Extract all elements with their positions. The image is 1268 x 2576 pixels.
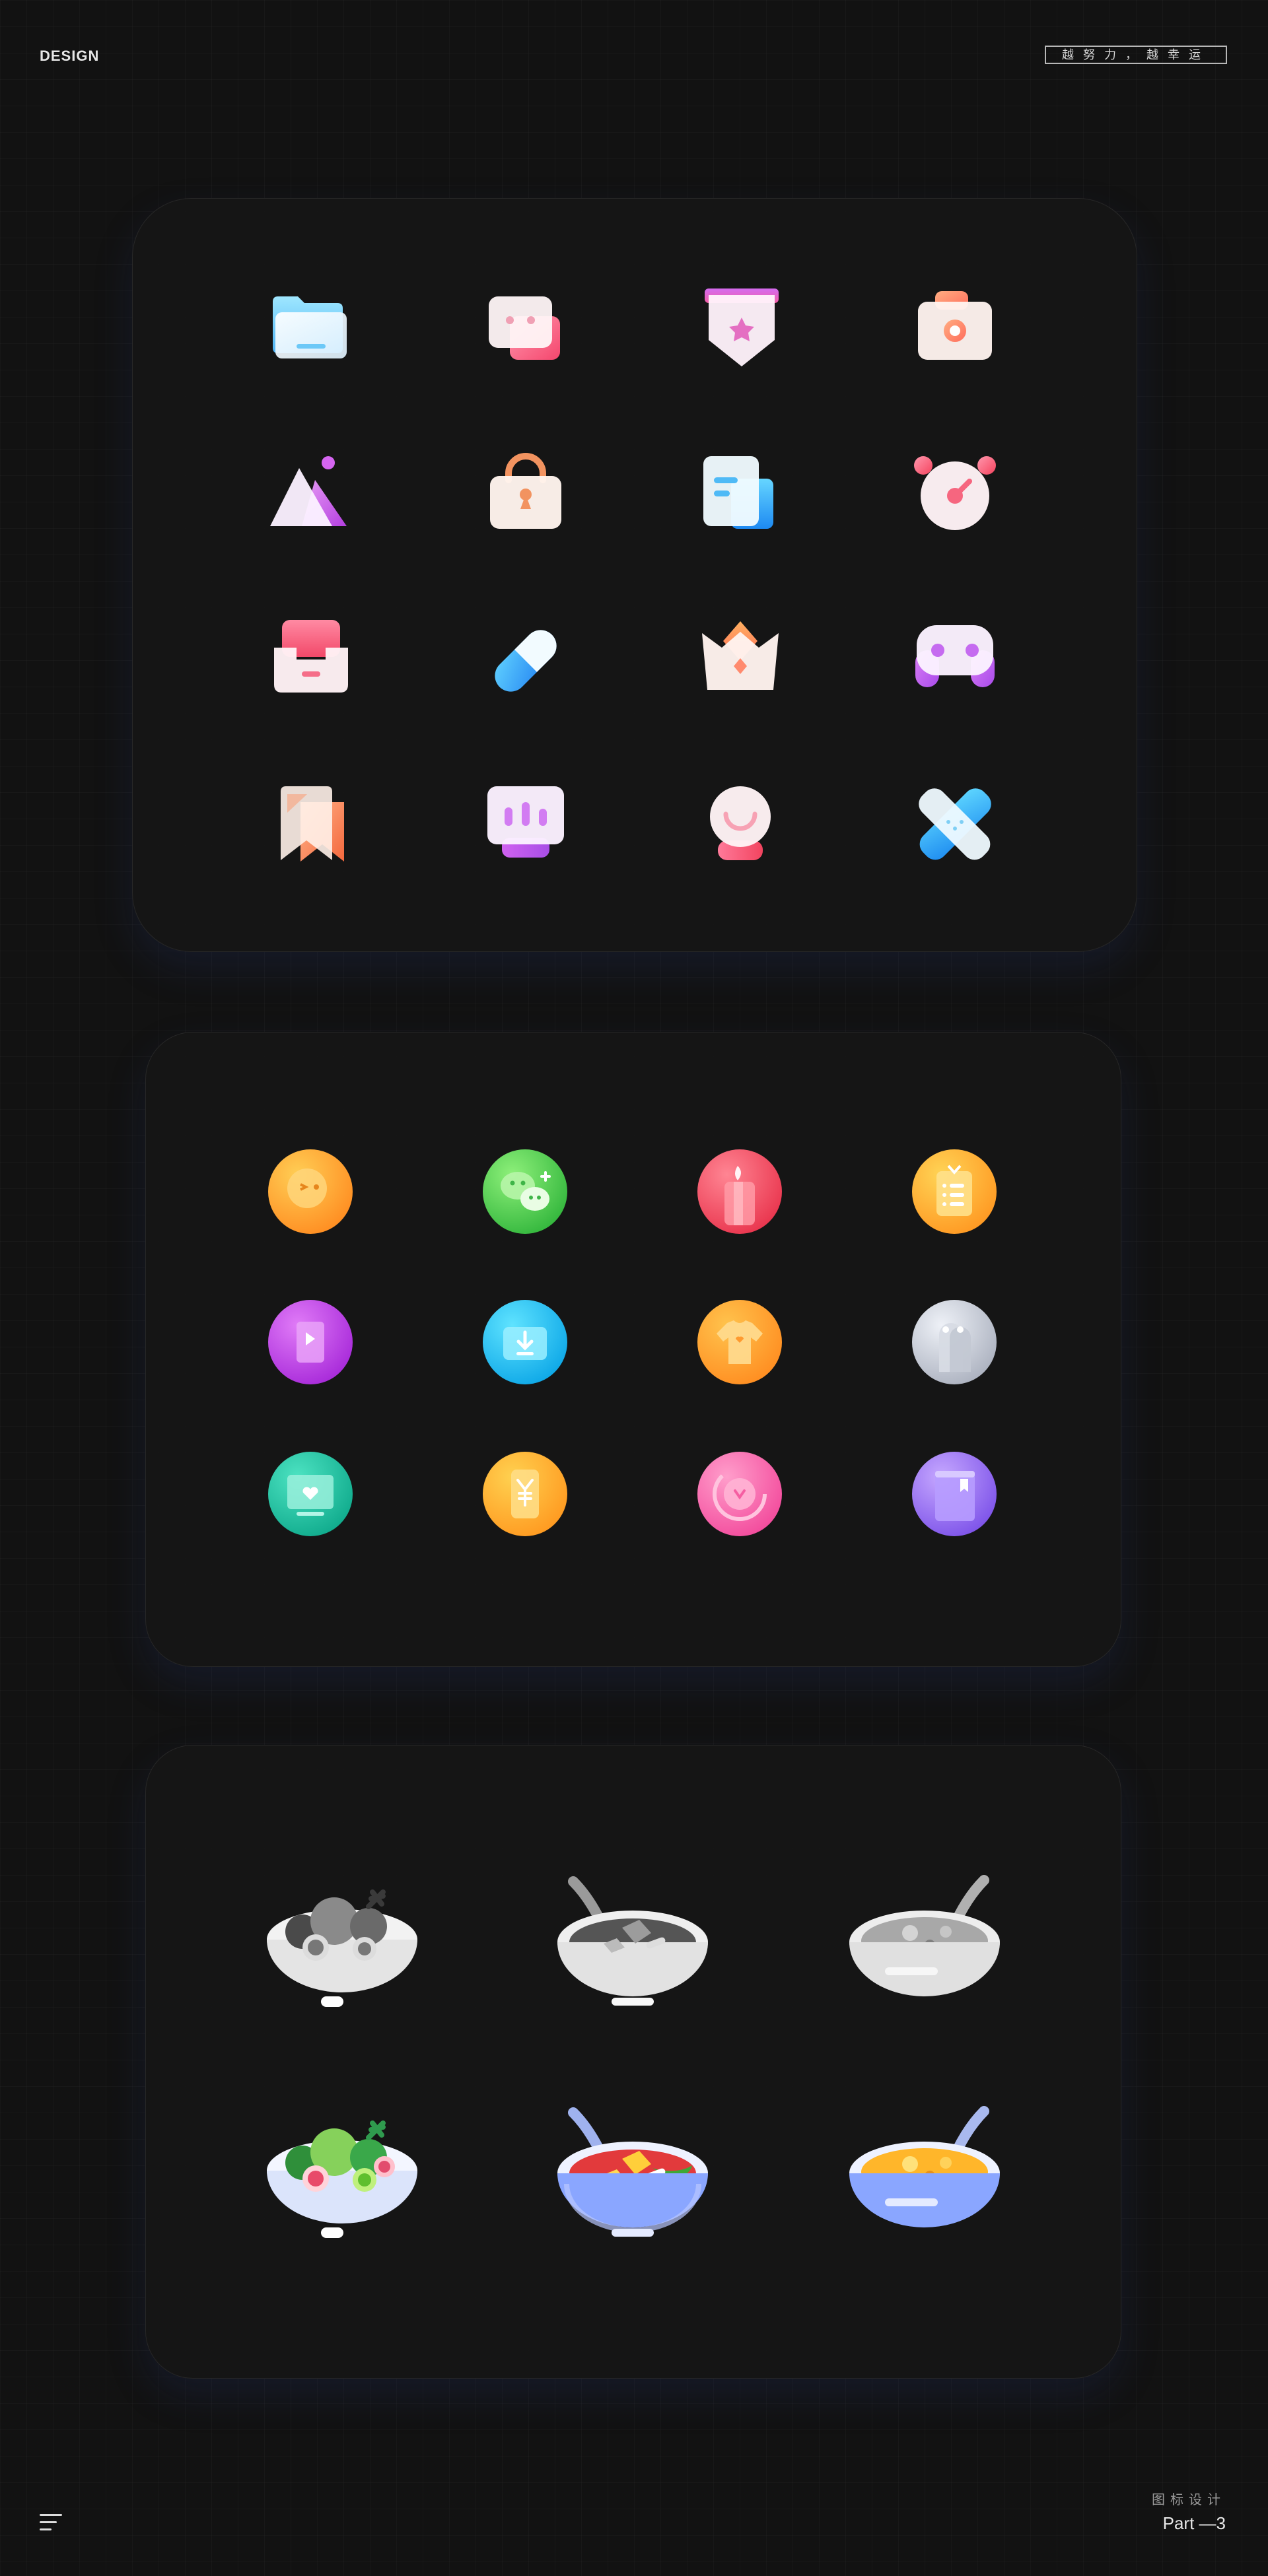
- folder-icon: [273, 296, 347, 358]
- salad-bowl-gray-icon: [267, 1889, 417, 2007]
- wechat-icon: [483, 1149, 567, 1234]
- clipboard-icon: [912, 1149, 997, 1234]
- menu-icon[interactable]: [40, 2514, 63, 2534]
- soup-bowl-icon: [557, 2107, 708, 2237]
- bookmark-icon: [281, 786, 344, 862]
- alarm-clock-icon: [914, 456, 996, 530]
- book-icon: [912, 1452, 997, 1536]
- lamp-icon: [710, 786, 771, 860]
- porridge-bowl-icon: [849, 2106, 1000, 2227]
- heart-screen-icon: [268, 1452, 353, 1536]
- document-icon: [703, 456, 773, 529]
- slogan-badge: 越努力，越幸运: [1045, 46, 1227, 64]
- star-badge-icon: [705, 288, 779, 366]
- video-icon: [268, 1300, 353, 1384]
- crown-icon: [702, 621, 779, 690]
- coupon-yuan-icon: [483, 1452, 567, 1536]
- pill-icon: [495, 630, 557, 692]
- soup-bowl-gray-icon: [557, 1876, 708, 2006]
- inbox-icon: [274, 620, 348, 693]
- emoji-face-icon: [268, 1149, 353, 1234]
- heart-disc-icon: [697, 1452, 782, 1536]
- chat-icon: [489, 296, 560, 360]
- bowl-icon-panel: [145, 1745, 1121, 2379]
- bandage-icon: [919, 788, 991, 860]
- footer-part-label: Part —3: [1162, 2513, 1226, 2533]
- porridge-bowl-gray-icon: [849, 1875, 1000, 1996]
- monitor-icon: [487, 786, 564, 858]
- penguin-icon: [912, 1300, 997, 1384]
- bag-icon: [490, 453, 561, 529]
- candle-icon: [697, 1149, 782, 1234]
- tshirt-icon: [697, 1300, 782, 1384]
- brand-label: DESIGN: [40, 48, 100, 64]
- footer-subtitle: 图标设计: [1152, 2493, 1226, 2507]
- camera-icon: [918, 291, 992, 360]
- mountain-icon: [270, 456, 347, 526]
- gamepad-icon: [915, 625, 995, 687]
- salad-bowl-icon: [267, 2120, 417, 2238]
- download-icon: [483, 1300, 567, 1384]
